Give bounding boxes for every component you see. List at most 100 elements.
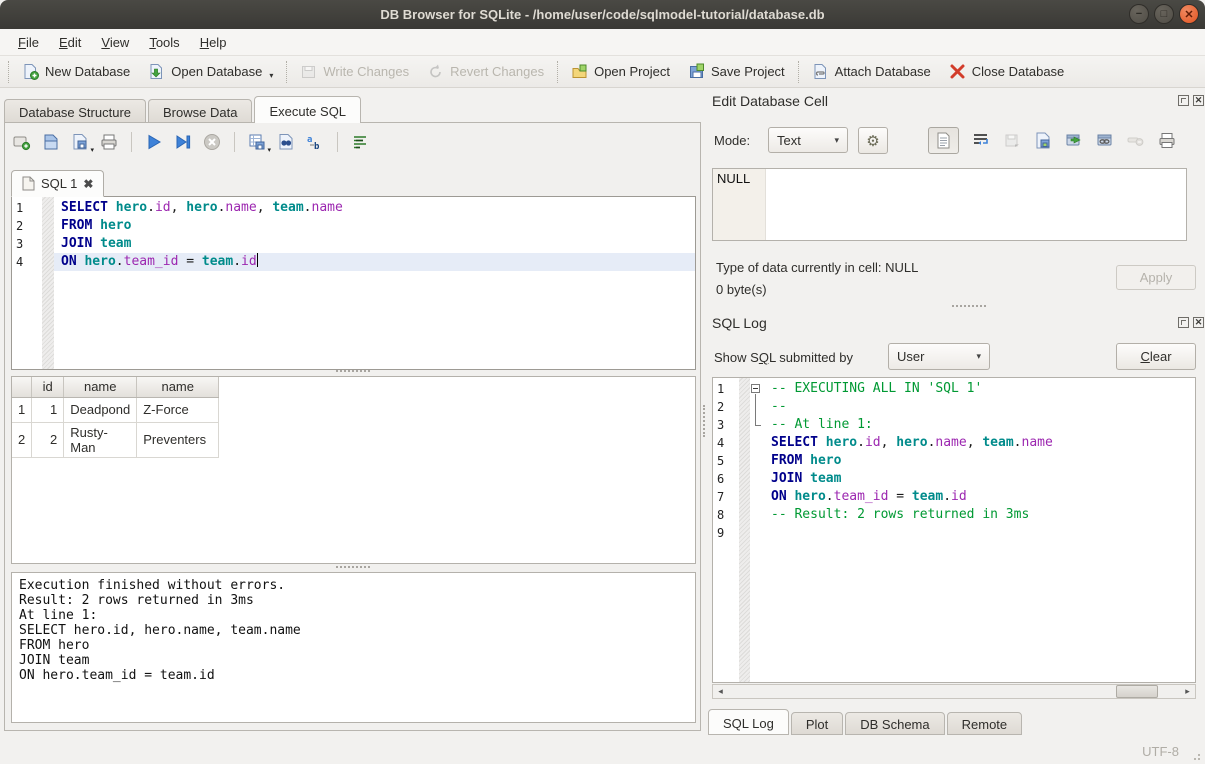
save-results-button[interactable]: ▾ xyxy=(248,133,266,151)
code-line[interactable]: 2-- xyxy=(713,398,1195,416)
close-panel-icon[interactable]: ✕ xyxy=(1193,95,1204,106)
table-cell[interactable]: Z-Force xyxy=(137,397,219,422)
copy-link-button[interactable] xyxy=(1096,132,1114,149)
code-line[interactable]: 1SELECT hero.id, hero.name, team.name xyxy=(12,199,695,217)
save-project-button[interactable]: Save Project xyxy=(679,59,794,84)
tab-execute-sql[interactable]: Execute SQL xyxy=(254,96,361,123)
execution-message[interactable]: Execution finished without errors.Result… xyxy=(11,572,696,723)
column-header[interactable]: name xyxy=(137,377,219,397)
menu-tools[interactable]: Tools xyxy=(139,31,189,54)
message-line: SELECT hero.id, hero.name, team.name xyxy=(19,623,688,638)
tab-database-structure[interactable]: Database Structure xyxy=(4,99,146,123)
execute-current-line-button[interactable] xyxy=(174,133,192,151)
cell-value-text[interactable] xyxy=(766,169,1186,240)
tab-plot[interactable]: Plot xyxy=(791,712,843,735)
auto-apply-button[interactable]: ⚙ xyxy=(858,127,888,154)
sql-editor[interactable]: 1SELECT hero.id, hero.name, team.name2FR… xyxy=(11,196,696,370)
code-line[interactable]: 3JOIN team xyxy=(12,235,695,253)
scroll-right-arrow[interactable]: ▸ xyxy=(1180,685,1195,698)
code-line[interactable]: 8-- Result: 2 rows returned in 3ms xyxy=(713,506,1195,524)
code-line[interactable]: 2FROM hero xyxy=(12,217,695,235)
text-mode-button[interactable] xyxy=(928,127,959,154)
close-sql-tab-icon[interactable]: ✖ xyxy=(83,177,93,191)
code-line[interactable]: 4SELECT hero.id, hero.name, team.name xyxy=(713,434,1195,452)
new-database-button[interactable]: New Database xyxy=(13,59,139,84)
find-button[interactable] xyxy=(277,133,295,151)
scroll-left-arrow[interactable]: ◂ xyxy=(713,685,728,698)
results-message-splitter[interactable] xyxy=(336,566,370,568)
toolbar-separator xyxy=(557,61,558,83)
format-sql-button[interactable]: ab xyxy=(306,133,324,151)
menu-help[interactable]: Help xyxy=(190,31,237,54)
resize-grip[interactable] xyxy=(1193,752,1201,760)
maximize-button[interactable]: □ xyxy=(1154,4,1174,24)
save-results-dropdown-caret[interactable]: ▾ xyxy=(267,146,271,154)
sql-log-view[interactable]: 1-- EXECUTING ALL IN 'SQL 1'2--3-- At li… xyxy=(712,377,1196,683)
print-button[interactable] xyxy=(100,133,118,151)
apply-button: Apply xyxy=(1116,265,1196,290)
close-database-button[interactable]: Close Database xyxy=(940,59,1074,84)
row-header[interactable]: 1 xyxy=(12,397,32,422)
menu-edit[interactable]: Edit xyxy=(49,31,91,54)
table-cell[interactable]: Deadpond xyxy=(64,397,137,422)
print-cell-button[interactable] xyxy=(1158,132,1176,149)
log-horizontal-scrollbar[interactable]: ◂ ▸ xyxy=(712,684,1196,699)
window-controls: − □ ✕ xyxy=(1129,4,1199,24)
code-line[interactable]: 3-- At line 1: xyxy=(713,416,1195,434)
word-wrap-icon[interactable] xyxy=(972,132,990,149)
float-panel-icon[interactable] xyxy=(1178,95,1189,106)
code-line[interactable]: 9 xyxy=(713,524,1195,542)
sql-file-tab[interactable]: SQL 1 ✖ xyxy=(11,170,104,197)
line-number: 3 xyxy=(713,416,739,434)
float-panel-icon[interactable] xyxy=(1178,317,1189,328)
cell-value-editor[interactable]: NULL xyxy=(712,168,1187,241)
attach-database-button[interactable]: Attach Database xyxy=(803,59,940,84)
code-line[interactable]: 6JOIN team xyxy=(713,470,1195,488)
sql-source-select[interactable]: User ▾ xyxy=(888,343,990,370)
column-header[interactable]: name xyxy=(64,377,137,397)
tab-remote[interactable]: Remote xyxy=(947,712,1023,735)
open-database-dropdown-caret[interactable]: ▾ xyxy=(269,71,273,80)
clear-log-button[interactable]: Clear xyxy=(1116,343,1196,370)
scrollbar-track[interactable] xyxy=(728,685,1180,698)
row-header[interactable]: 2 xyxy=(12,422,32,457)
titlebar[interactable]: DB Browser for SQLite - /home/user/code/… xyxy=(0,0,1205,29)
execute-all-button[interactable] xyxy=(145,133,163,151)
menu-file[interactable]: File xyxy=(8,31,49,54)
editor-results-splitter[interactable] xyxy=(336,370,370,372)
tab-sql-log[interactable]: SQL Log xyxy=(708,709,789,735)
code-line[interactable]: 7ON hero.team_id = team.id xyxy=(713,488,1195,506)
close-button[interactable]: ✕ xyxy=(1179,4,1199,24)
dock-splitter[interactable] xyxy=(952,305,986,307)
save-sql-dropdown-caret[interactable]: ▾ xyxy=(90,146,94,154)
scrollbar-thumb[interactable] xyxy=(1116,685,1158,698)
code-line[interactable]: 5FROM hero xyxy=(713,452,1195,470)
corner-cell[interactable] xyxy=(12,377,32,397)
fold-collapse-icon[interactable] xyxy=(751,384,760,393)
table-cell[interactable]: 1 xyxy=(32,397,64,422)
menu-view[interactable]: View xyxy=(91,31,139,54)
code-line[interactable]: 4ON hero.team_id = team.id xyxy=(12,253,695,271)
table-cell[interactable]: Preventers xyxy=(137,422,219,457)
column-header[interactable]: id xyxy=(32,377,64,397)
sql-editor-toolbar: ▾ ▾ ab xyxy=(13,132,369,152)
word-wrap-button[interactable] xyxy=(351,133,369,151)
code-line[interactable]: 1-- EXECUTING ALL IN 'SQL 1' xyxy=(713,380,1195,398)
open-sql-file-button[interactable] xyxy=(42,133,60,151)
open-project-button[interactable]: Open Project xyxy=(562,59,679,84)
line-number: 2 xyxy=(12,217,42,235)
open-sql-tab-button[interactable] xyxy=(13,133,31,151)
tab-db-schema[interactable]: DB Schema xyxy=(845,712,944,735)
table-cell[interactable]: 2 xyxy=(32,422,64,457)
open-database-button[interactable]: Open Database ▾ xyxy=(139,59,282,84)
panel-splitter[interactable] xyxy=(703,405,705,437)
save-sql-file-button[interactable]: ▾ xyxy=(71,133,89,151)
minimize-button[interactable]: − xyxy=(1129,4,1149,24)
svg-text:a: a xyxy=(307,135,312,145)
export-data-button[interactable] xyxy=(1065,132,1083,149)
table-cell[interactable]: Rusty-Man xyxy=(64,422,137,457)
tab-browse-data[interactable]: Browse Data xyxy=(148,99,252,123)
close-panel-icon[interactable]: ✕ xyxy=(1193,317,1204,328)
import-data-button[interactable] xyxy=(1034,132,1052,149)
mode-select[interactable]: Text ▾ xyxy=(768,127,848,153)
